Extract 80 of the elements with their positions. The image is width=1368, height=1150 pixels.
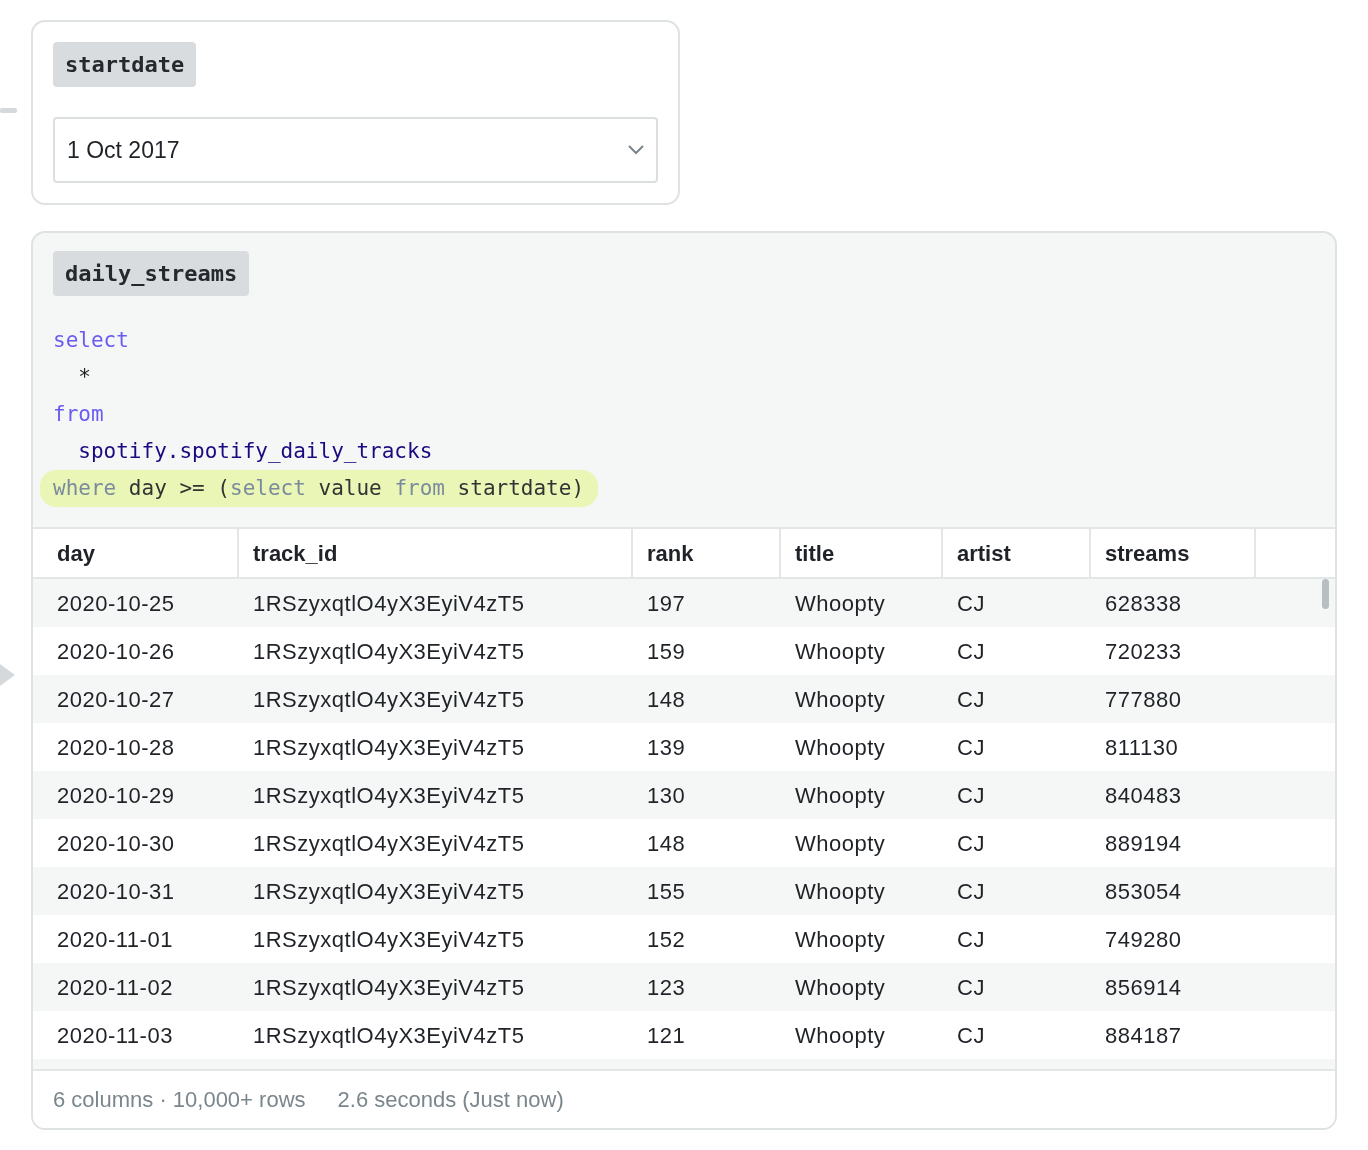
table-cell-text: 2020-10-25 bbox=[56, 589, 176, 618]
table-cell-text: CJ bbox=[956, 733, 986, 762]
table-cell-text: 148 bbox=[646, 829, 687, 858]
table-cell-text: CJ bbox=[956, 877, 986, 906]
scrollbar-thumb[interactable] bbox=[1322, 579, 1329, 609]
table-cell-text: 1RSzyxqtlO4yX3EyiV4zT5 bbox=[252, 733, 526, 762]
table-cell-text: 1RSzyxqtlO4yX3EyiV4zT5 bbox=[252, 829, 526, 858]
table-cell-text: 1RSzyxqtlO4yX3EyiV4zT5 bbox=[252, 925, 526, 954]
cell-name: startdate bbox=[53, 42, 197, 87]
table-cell-text: 2020-10-28 bbox=[56, 733, 176, 762]
column-header[interactable]: track_id bbox=[239, 529, 633, 577]
table-cell-text: 148 bbox=[646, 685, 687, 714]
table-cell-text: 130 bbox=[646, 781, 687, 810]
code-line: * bbox=[77, 364, 92, 391]
column-header[interactable]: title bbox=[781, 529, 943, 577]
table-cell-text: Whoopty bbox=[794, 877, 887, 906]
connector-line bbox=[0, 108, 17, 113]
table-cell-text: 628338 bbox=[1104, 589, 1183, 618]
table-cell-text: Whoopty bbox=[794, 829, 887, 858]
table-cell-text: Whoopty bbox=[794, 637, 887, 666]
table-cell-text: 853054 bbox=[1104, 877, 1183, 906]
table-cell-text: CJ bbox=[956, 925, 986, 954]
table-cell-text: 2020-10-29 bbox=[56, 781, 176, 810]
table-cell-text: CJ bbox=[956, 637, 986, 666]
code-line: spotify.spotify_daily_tracks bbox=[77, 438, 434, 465]
table-cell-text: 1RSzyxqtlO4yX3EyiV4zT5 bbox=[252, 589, 526, 618]
table-cell-text: 889194 bbox=[1104, 829, 1183, 858]
table-cell-text: 159 bbox=[646, 637, 687, 666]
table-cell-text: 1RSzyxqtlO4yX3EyiV4zT5 bbox=[252, 1021, 526, 1050]
table-cell-text: Whoopty bbox=[794, 589, 887, 618]
table-cell-text: 121 bbox=[646, 1021, 687, 1050]
table-cell-text: Whoopty bbox=[794, 685, 887, 714]
cell-name: daily_streams bbox=[53, 251, 250, 296]
table-cell-text: 1RSzyxqtlO4yX3EyiV4zT5 bbox=[252, 973, 526, 1002]
table-cell-text: Whoopty bbox=[794, 733, 887, 762]
code-line: select bbox=[53, 327, 130, 354]
table-cell-text: 840483 bbox=[1104, 781, 1183, 810]
table-cell-text: 197 bbox=[646, 589, 687, 618]
table-cell-text: 811130 bbox=[1104, 733, 1180, 762]
highlighted-code-line: where day >= (select value from startdate) bbox=[40, 470, 599, 507]
table-cell-text: 2020-10-26 bbox=[56, 637, 176, 666]
table-cell-text: CJ bbox=[956, 1021, 986, 1050]
table-cell-text: Whoopty bbox=[794, 781, 887, 810]
table-cell-text: 2020-10-27 bbox=[56, 685, 176, 714]
table-cell-text: 884187 bbox=[1104, 1021, 1183, 1050]
table-cell-text: 2020-11-03 bbox=[56, 1021, 174, 1050]
chevron-down-icon bbox=[628, 145, 644, 155]
table-cell-text: 2020-11-02 bbox=[56, 973, 174, 1002]
table-cell-text: CJ bbox=[956, 685, 986, 714]
table-cell-text: 1RSzyxqtlO4yX3EyiV4zT5 bbox=[252, 685, 526, 714]
table-cell-text: 2020-11-01 bbox=[56, 925, 174, 954]
date-select[interactable]: 1 Oct 2017 bbox=[53, 117, 658, 183]
code-line: from bbox=[53, 401, 105, 428]
table-cell-text: 1RSzyxqtlO4yX3EyiV4zT5 bbox=[252, 637, 526, 666]
table-cell-text: 152 bbox=[646, 925, 687, 954]
column-header[interactable]: rank bbox=[633, 529, 781, 577]
table-cell-text: Whoopty bbox=[794, 1021, 887, 1050]
table-cell-text: CJ bbox=[956, 973, 986, 1002]
table-cell-text: 856914 bbox=[1104, 973, 1183, 1002]
table-cell-text: 155 bbox=[646, 877, 687, 906]
table-cell-text: 1RSzyxqtlO4yX3EyiV4zT5 bbox=[252, 877, 526, 906]
run-time-text: 2.6 seconds (Just now) bbox=[337, 1086, 564, 1114]
table-cell-text: 720233 bbox=[1104, 637, 1183, 666]
table-cell-text: 777880 bbox=[1104, 685, 1183, 714]
table-cell-text: 2020-10-31 bbox=[56, 877, 176, 906]
result-shape-text: 6 columns · 10,000+ rows bbox=[53, 1086, 306, 1114]
table-cell-text: 1RSzyxqtlO4yX3EyiV4zT5 bbox=[252, 781, 526, 810]
column-header[interactable]: artist bbox=[943, 529, 1091, 577]
table-cell-text: 123 bbox=[646, 973, 687, 1002]
table-cell-text: 749280 bbox=[1104, 925, 1183, 954]
table-cell-text: Whoopty bbox=[794, 925, 887, 954]
table-cell-text: Whoopty bbox=[794, 973, 887, 1002]
table-cell-text: CJ bbox=[956, 589, 986, 618]
table-cell-text: CJ bbox=[956, 781, 986, 810]
table-cell-text: 139 bbox=[646, 733, 687, 762]
column-header[interactable]: day bbox=[33, 529, 239, 577]
column-header[interactable]: streams bbox=[1091, 529, 1256, 577]
table-cell-text: CJ bbox=[956, 829, 986, 858]
table-cell-text: 2020-10-30 bbox=[56, 829, 176, 858]
connector-arrow-icon bbox=[0, 664, 15, 686]
